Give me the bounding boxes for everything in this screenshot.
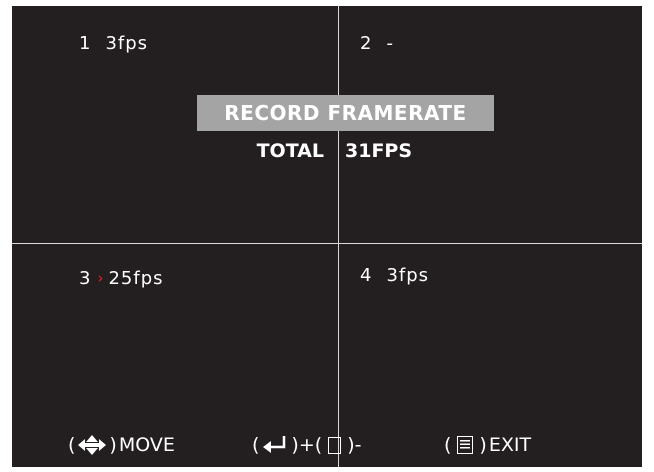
enter-arrow-icon [262, 435, 288, 455]
exit-label: EXIT [488, 434, 532, 456]
open-paren: ( [444, 434, 452, 456]
help-adjust: ( ) + ( ) - [252, 434, 361, 456]
channel-number: 2 [360, 33, 373, 54]
channel-number: 4 [360, 265, 373, 286]
close-paren: ) [291, 434, 299, 456]
channel-number: 3 [79, 268, 92, 289]
dvr-screen: 1 3fps 2- 3 › 25fps 4 3fps RECORD FRAMERATE … [12, 6, 642, 467]
total-label: TOTAL [256, 140, 324, 162]
four-way-arrow-icon [77, 434, 107, 456]
framerate-value: 3fps [105, 33, 149, 54]
channel-3-framerate[interactable]: 3 › 25fps [79, 268, 164, 289]
help-exit: ( ) EXIT [444, 434, 531, 456]
open-paren: ( [68, 434, 76, 456]
grid-divider-horizontal [12, 243, 642, 244]
framerate-value: - [386, 33, 394, 54]
channel-4-framerate[interactable]: 4 3fps [360, 265, 429, 286]
help-move: ( ) MOVE [68, 434, 175, 456]
help-bar: ( ) MOVE ( ) + () - () EXIT [12, 434, 642, 462]
total-framerate-row: TOTAL 31FPS [12, 140, 642, 168]
open-paren: ( [252, 434, 260, 456]
close-paren: ) [347, 434, 355, 456]
minus-label: - [354, 434, 362, 456]
total-value: 31FPS [345, 140, 413, 162]
framerate-value: 25fps [108, 268, 164, 289]
selection-cursor-icon: › [97, 269, 105, 287]
square-button-icon [328, 436, 342, 454]
grid-divider-vertical [338, 6, 339, 467]
plus-label: + [298, 434, 315, 456]
framerate-value: 3fps [386, 265, 430, 286]
close-paren: ) [109, 434, 117, 456]
close-paren: ) [479, 434, 487, 456]
channel-number: 1 [79, 33, 92, 54]
channel-1-framerate[interactable]: 1 3fps [79, 33, 148, 54]
move-label: MOVE [118, 434, 175, 456]
open-paren: ( [314, 434, 323, 456]
channel-2-framerate[interactable]: 2- [360, 33, 394, 54]
dialog-title: RECORD FRAMERATE [197, 95, 494, 131]
menu-list-icon [457, 436, 474, 454]
